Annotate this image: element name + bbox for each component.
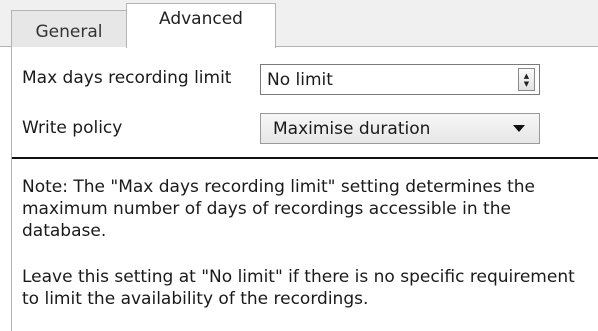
- advanced-panel: Max days recording limit No limit ▲ ▼ Wr…: [11, 47, 598, 331]
- write-policy-value[interactable]: Maximise duration: [261, 119, 513, 139]
- tab-general[interactable]: General: [11, 10, 127, 47]
- spin-up-icon[interactable]: ▲: [524, 72, 529, 80]
- note-paragraph-1: Note: The "Max days recording limit" set…: [22, 177, 535, 241]
- max-days-label: Max days recording limit: [22, 68, 232, 88]
- tab-bar: General Advanced: [0, 0, 598, 48]
- tab-advanced[interactable]: Advanced: [126, 3, 276, 48]
- note-paragraph-2: Leave this setting at "No limit" if ther…: [22, 267, 575, 309]
- max-days-value[interactable]: No limit: [261, 70, 518, 90]
- write-policy-label: Write policy: [22, 118, 123, 138]
- settings-dialog: General Advanced Max days recording limi…: [0, 0, 598, 331]
- spin-up-down-icon[interactable]: ▲ ▼: [518, 68, 535, 91]
- section-divider: [12, 157, 598, 159]
- spin-down-icon[interactable]: ▼: [524, 80, 529, 88]
- chevron-down-icon[interactable]: [513, 125, 525, 132]
- max-days-spinbox[interactable]: No limit ▲ ▼: [260, 64, 540, 95]
- write-policy-dropdown[interactable]: Maximise duration: [260, 113, 540, 144]
